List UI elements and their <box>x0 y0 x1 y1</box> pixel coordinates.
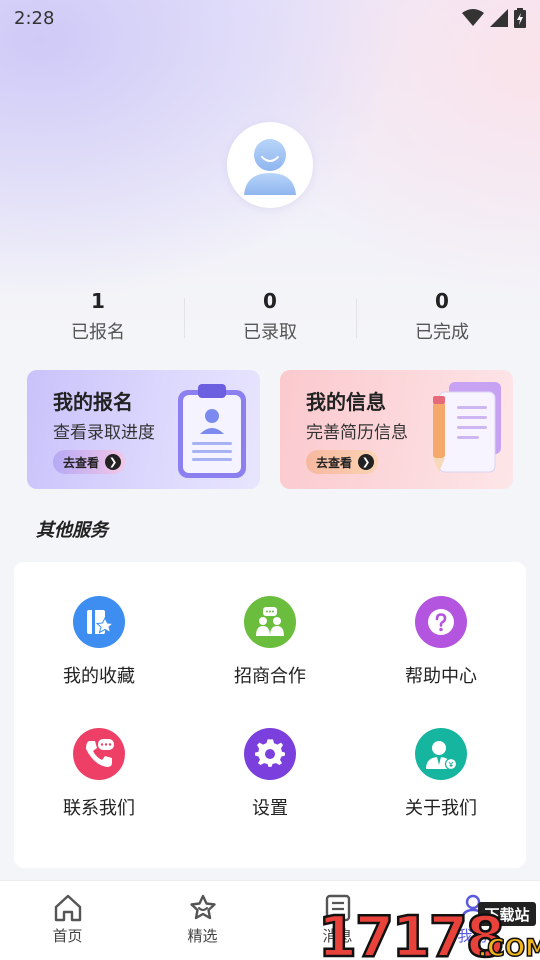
view-registration-button[interactable]: 去查看 ❯ <box>53 450 126 474</box>
services-grid: 我的收藏 招商合作 帮助中心 联系我们 设置 关于我们 <box>14 562 526 868</box>
card-title: 我的报名 <box>53 390 133 414</box>
service-label: 联系我们 <box>63 798 135 819</box>
about-user-icon <box>415 728 467 780</box>
button-label: 去查看 <box>316 455 353 470</box>
card-subtitle: 完善简历信息 <box>306 423 408 443</box>
user-avatar-icon <box>244 139 296 195</box>
service-label: 设置 <box>252 798 288 819</box>
view-info-button[interactable]: 去查看 ❯ <box>306 450 379 474</box>
avatar[interactable] <box>227 122 313 208</box>
battery-charging-icon <box>514 8 526 28</box>
tab-label: 精选 <box>187 927 218 945</box>
status-time: 2:28 <box>14 7 55 29</box>
stats-row: 1 已报名 0 已录取 0 已完成 <box>12 286 528 352</box>
service-about-us[interactable]: 关于我们 <box>356 728 526 838</box>
stat-label: 已完成 <box>415 322 469 343</box>
arrow-right-icon: ❯ <box>105 454 122 470</box>
tab-label: 首页 <box>52 927 83 945</box>
tab-home[interactable]: 首页 <box>0 881 135 960</box>
favorites-icon <box>73 596 125 648</box>
tab-featured[interactable]: 精选 <box>135 881 270 960</box>
my-info-card[interactable]: 我的信息 完善简历信息 去查看 ❯ <box>280 370 513 489</box>
signal-icon <box>490 9 508 27</box>
service-contact-us[interactable]: 联系我们 <box>14 728 184 838</box>
my-registration-card[interactable]: 我的报名 查看录取进度 去查看 ❯ <box>27 370 260 489</box>
card-subtitle: 查看录取进度 <box>53 423 155 443</box>
arrow-right-icon: ❯ <box>358 454 375 470</box>
stat-value: 0 <box>263 289 277 313</box>
stat-label: 已录取 <box>243 322 297 343</box>
svg-text:17178: 17178 <box>318 905 503 960</box>
star-icon <box>189 894 216 920</box>
wifi-icon <box>462 9 484 26</box>
service-label: 招商合作 <box>234 666 306 687</box>
service-label: 我的收藏 <box>63 666 135 687</box>
service-help-center[interactable]: 帮助中心 <box>356 596 526 706</box>
clipboard-icon <box>178 384 246 478</box>
gear-icon <box>244 728 296 780</box>
service-favorites[interactable]: 我的收藏 <box>14 596 184 706</box>
service-cooperation[interactable]: 招商合作 <box>185 596 355 706</box>
stat-admitted[interactable]: 0 已录取 <box>184 286 356 352</box>
service-settings[interactable]: 设置 <box>185 728 355 838</box>
phone-chat-icon <box>73 728 125 780</box>
document-pencil-icon <box>433 382 501 473</box>
status-icons <box>462 8 526 28</box>
button-label: 去查看 <box>63 455 100 470</box>
cooperation-icon <box>244 596 296 648</box>
stat-value: 1 <box>91 289 105 313</box>
service-label: 关于我们 <box>405 798 477 819</box>
card-title: 我的信息 <box>306 390 386 414</box>
status-bar: 2:28 <box>0 0 540 36</box>
stat-completed[interactable]: 0 已完成 <box>356 286 528 352</box>
home-icon <box>54 894 81 922</box>
section-title-other-services: 其他服务 <box>36 520 108 541</box>
service-label: 帮助中心 <box>405 666 477 687</box>
stat-value: 0 <box>435 289 449 313</box>
stat-registered[interactable]: 1 已报名 <box>12 286 184 352</box>
svg-text:.COM: .COM <box>478 934 540 960</box>
watermark-logo: 下载站 17178 .COM <box>317 896 540 960</box>
help-icon <box>415 596 467 648</box>
stat-label: 已报名 <box>71 322 125 343</box>
